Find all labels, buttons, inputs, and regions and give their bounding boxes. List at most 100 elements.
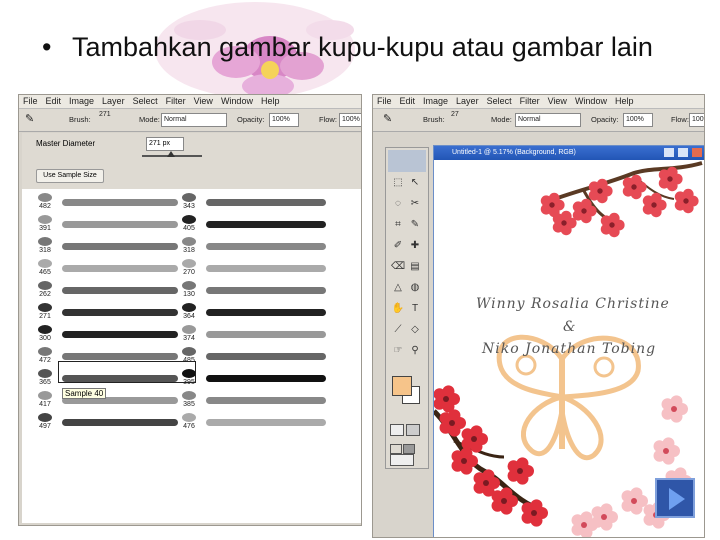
brush-stroke-preview[interactable] <box>206 199 326 206</box>
lasso-tool-icon[interactable]: ◌ <box>391 197 405 211</box>
mode-select[interactable]: Normal <box>515 113 581 127</box>
brush-stroke-preview[interactable] <box>62 309 178 316</box>
shape-tool-icon[interactable]: ⚲ <box>408 344 422 358</box>
menu-view[interactable]: View <box>190 95 217 106</box>
maximize-icon[interactable] <box>678 148 688 157</box>
brush-stroke-preview[interactable] <box>206 287 326 294</box>
pen-tool-icon[interactable]: ☞ <box>391 344 405 358</box>
menu-layer[interactable]: Layer <box>452 95 483 106</box>
brush-tip-icon[interactable] <box>38 347 52 356</box>
opacity-field[interactable]: 100% <box>269 113 299 127</box>
close-icon[interactable] <box>692 148 702 157</box>
brush-stroke-preview[interactable] <box>62 353 178 360</box>
menu-image[interactable]: Image <box>419 95 452 106</box>
gradient-tool-icon[interactable]: ◍ <box>408 281 422 295</box>
brush-tip-icon[interactable] <box>182 303 196 312</box>
diameter-slider-thumb[interactable] <box>167 151 175 157</box>
brush-stroke-preview[interactable] <box>206 331 326 338</box>
magic-wand-icon[interactable]: ✂ <box>408 197 422 211</box>
history-brush-icon[interactable]: ▤ <box>408 260 422 274</box>
menu-filter[interactable]: Filter <box>516 95 544 106</box>
brush-tip-icon[interactable] <box>38 259 52 268</box>
menu-view[interactable]: View <box>544 95 571 106</box>
brush-stroke-preview[interactable] <box>62 221 178 228</box>
brush-tool-icon[interactable]: ✎ <box>25 112 34 125</box>
brush-tip-icon[interactable] <box>182 259 196 268</box>
brush-stroke-preview[interactable] <box>206 397 326 404</box>
brush-tool-icon[interactable]: ✚ <box>408 239 422 253</box>
crop-tool-icon[interactable]: ⌗ <box>391 218 405 232</box>
quick-mask-icon[interactable] <box>406 424 420 436</box>
foreground-color-swatch[interactable] <box>392 376 412 396</box>
menu-file[interactable]: File <box>373 95 396 106</box>
brush-tip-icon[interactable] <box>38 413 52 422</box>
brush-tip-icon[interactable] <box>38 303 52 312</box>
brush-stroke-preview[interactable] <box>206 265 326 272</box>
brush-tip-icon[interactable] <box>38 237 52 246</box>
menu-window[interactable]: Window <box>217 95 257 106</box>
brush-tip-icon[interactable] <box>182 413 196 422</box>
menu-help[interactable]: Help <box>257 95 284 106</box>
use-sample-size-button[interactable]: Use Sample Size <box>36 169 104 183</box>
brush-tip-icon[interactable] <box>182 237 196 246</box>
marquee-tool-icon[interactable]: ⬚ <box>391 176 405 190</box>
eraser-tool-icon[interactable]: △ <box>391 281 405 295</box>
brush-stroke-preview[interactable] <box>62 243 178 250</box>
minimize-icon[interactable] <box>664 148 674 157</box>
clone-stamp-icon[interactable]: ⌫ <box>391 260 405 274</box>
screen-mode-full-icon[interactable] <box>403 444 415 454</box>
brush-stroke-preview[interactable] <box>62 287 178 294</box>
type-tool-icon[interactable]: ◇ <box>408 323 422 337</box>
next-slide-button[interactable] <box>655 478 695 518</box>
healing-brush-icon[interactable]: ✐ <box>391 239 405 253</box>
blur-tool-icon[interactable]: ✋ <box>391 302 405 316</box>
menu-edit[interactable]: Edit <box>42 95 66 106</box>
brush-tip-icon[interactable] <box>182 193 196 202</box>
brush-size[interactable]: 27 <box>451 111 459 118</box>
brush-tip-icon[interactable] <box>38 193 52 202</box>
menu-select[interactable]: Select <box>483 95 516 106</box>
brush-tip-icon[interactable] <box>182 391 196 400</box>
brush-tip-icon[interactable] <box>38 391 52 400</box>
dodge-tool-icon[interactable]: T <box>408 302 422 316</box>
screen-mode-standard-icon[interactable] <box>390 444 402 454</box>
brush-stroke-preview[interactable] <box>206 243 326 250</box>
brush-stroke-preview[interactable] <box>62 265 178 272</box>
move-tool-icon[interactable]: ↖ <box>408 176 422 190</box>
master-diameter-field[interactable]: 271 px <box>146 137 184 151</box>
opacity-field[interactable]: 100% <box>623 113 653 127</box>
menu-edit[interactable]: Edit <box>396 95 420 106</box>
brush-tool-icon[interactable]: ✎ <box>383 112 392 125</box>
brush-tip-icon[interactable] <box>38 281 52 290</box>
flow-field[interactable]: 100% <box>339 113 361 127</box>
brush-tip-icon[interactable] <box>182 325 196 334</box>
brush-stroke-preview[interactable] <box>206 353 326 360</box>
brush-tip-icon[interactable] <box>38 325 52 334</box>
brush-tip-icon[interactable] <box>38 369 52 378</box>
brush-tip-icon[interactable] <box>38 215 52 224</box>
brush-stroke-preview[interactable] <box>206 221 326 228</box>
brush-tip-icon[interactable] <box>182 281 196 290</box>
path-selection-icon[interactable]: ⟋ <box>391 323 405 337</box>
standard-mode-icon[interactable] <box>390 424 404 436</box>
brush-tip-icon[interactable] <box>182 215 196 224</box>
brush-tip-icon[interactable] <box>182 347 196 356</box>
jump-to-imageready-icon[interactable] <box>390 454 414 466</box>
brush-stroke-preview[interactable] <box>206 375 326 382</box>
menu-layer[interactable]: Layer <box>98 95 129 106</box>
flow-field[interactable]: 100% <box>689 113 704 127</box>
slice-tool-icon[interactable]: ✎ <box>408 218 422 232</box>
brush-stroke-preview[interactable] <box>206 419 326 426</box>
menu-help[interactable]: Help <box>611 95 638 106</box>
menu-select[interactable]: Select <box>129 95 162 106</box>
mode-select[interactable]: Normal <box>161 113 227 127</box>
menu-window[interactable]: Window <box>571 95 611 106</box>
menu-file[interactable]: File <box>19 95 42 106</box>
brush-stroke-preview[interactable] <box>62 331 178 338</box>
menu-image[interactable]: Image <box>65 95 98 106</box>
brush-stroke-preview[interactable] <box>62 419 178 426</box>
brush-size[interactable]: 271 <box>99 111 111 118</box>
brush-stroke-preview[interactable] <box>62 199 178 206</box>
menu-filter[interactable]: Filter <box>162 95 190 106</box>
brush-stroke-preview[interactable] <box>206 309 326 316</box>
